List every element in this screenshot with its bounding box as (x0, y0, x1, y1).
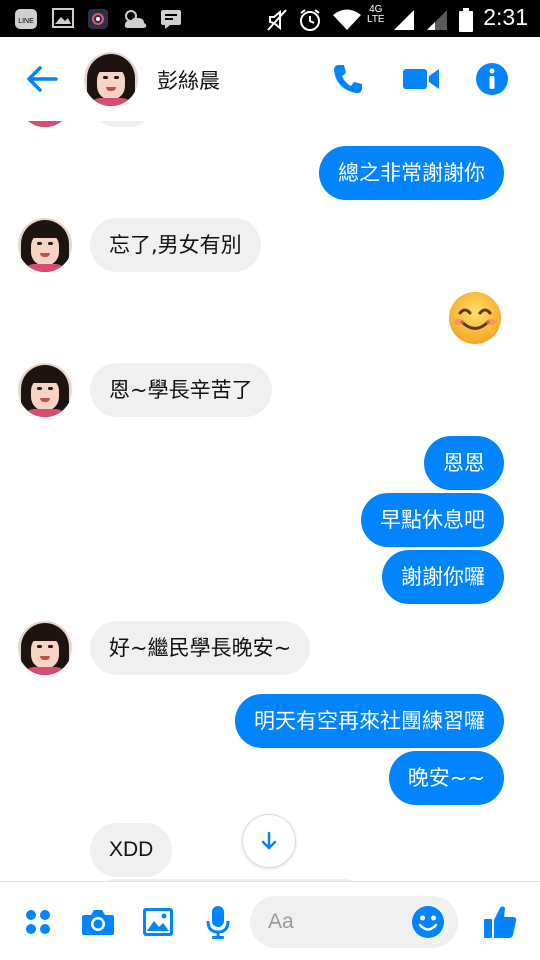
battery-icon (459, 8, 473, 32)
message-bubble-incoming[interactable]: 好~繼民學長晚安~ (90, 621, 311, 675)
info-button[interactable] (472, 59, 512, 99)
avatar[interactable] (18, 363, 72, 417)
message-bubble-outgoing[interactable]: 晚安~~ (388, 751, 504, 805)
message-bubble-incoming[interactable]: 忘了,男女有別 (90, 218, 261, 272)
line-icon: LINE (14, 8, 38, 30)
video-call-button[interactable] (401, 59, 441, 99)
message-input[interactable] (268, 896, 408, 948)
network-type: 4G LTE (367, 5, 385, 25)
avatar[interactable] (18, 218, 72, 272)
phone-icon (334, 65, 362, 94)
microphone-icon (206, 906, 230, 939)
message-icon (160, 8, 182, 30)
smiling-face-emoji[interactable] (448, 291, 502, 345)
wifi-icon (332, 8, 362, 32)
app-icon (87, 8, 109, 30)
signal-icon (392, 8, 416, 32)
composer-bar (0, 881, 540, 960)
avatar (18, 121, 72, 127)
message-bubble-partial (90, 121, 156, 127)
voice-record-button[interactable] (198, 902, 238, 942)
arrow-left-icon (27, 66, 58, 92)
signal-2-icon (425, 8, 449, 32)
message-bubble-incoming[interactable]: XDD (90, 823, 173, 877)
message-input-container (250, 896, 458, 948)
emoji-button[interactable] (408, 902, 448, 942)
like-button[interactable] (480, 902, 520, 942)
message-bubble-outgoing[interactable]: 總之非常謝謝你 (319, 146, 504, 200)
thumbs-up-icon (484, 906, 517, 938)
message-bubble-outgoing[interactable]: 謝謝你囉 (382, 550, 504, 604)
clock: 2:31 (483, 4, 528, 30)
conversation-header: 彭絲晨 (0, 37, 540, 121)
camera-button[interactable] (78, 902, 118, 942)
message-bubble-outgoing[interactable]: 恩恩 (424, 436, 504, 490)
more-options-button[interactable] (18, 902, 58, 942)
mute-icon (266, 8, 288, 32)
image-icon (52, 8, 74, 28)
voice-call-button[interactable] (328, 59, 368, 99)
svg-text:LINE: LINE (18, 18, 34, 25)
video-camera-icon (403, 69, 439, 89)
gallery-button[interactable] (138, 902, 178, 942)
message-bubble-outgoing[interactable]: 明天有空再來社團練習囉 (235, 694, 504, 748)
status-bar: LINE 4G LTE 2:31 (0, 0, 540, 37)
back-button[interactable] (22, 59, 62, 99)
alarm-icon (298, 8, 322, 32)
image-icon (143, 908, 173, 936)
grid-dots-icon (26, 910, 50, 934)
scroll-to-bottom-button[interactable] (242, 814, 296, 868)
arrow-down-icon (261, 831, 277, 850)
message-bubble-incoming[interactable]: 恩~學長辛苦了 (90, 363, 272, 417)
avatar[interactable] (84, 52, 138, 106)
network-sub-label: LTE (367, 14, 385, 25)
message-list[interactable]: 總之非常謝謝你 忘了,男女有別 恩~學長辛苦了 恩恩 早點休息吧 謝謝你囉 好~… (0, 121, 540, 881)
weather-icon (122, 8, 148, 30)
smiley-icon (412, 906, 444, 938)
contact-name[interactable]: 彭絲晨 (157, 65, 220, 95)
camera-icon (82, 910, 114, 935)
message-bubble-outgoing[interactable]: 早點休息吧 (361, 493, 504, 547)
avatar[interactable] (18, 621, 72, 675)
info-icon (476, 63, 508, 95)
